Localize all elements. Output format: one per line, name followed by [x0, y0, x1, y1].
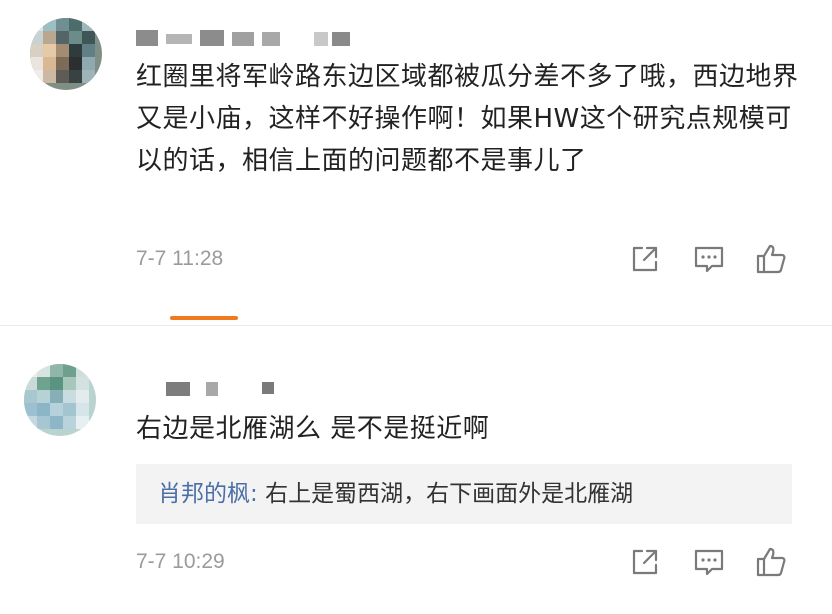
comment-text: 右边是北雁湖么 是不是挺近啊 [136, 414, 490, 444]
comment-item: 红圈里将军岭路东边区域都被瓜分差不多了哦，西边地界又是小庙，这样不好操作啊！如果… [0, 0, 832, 300]
comment-icon[interactable] [692, 242, 726, 276]
comment-timestamp: 7-7 11:28 [136, 247, 224, 270]
avatar[interactable] [30, 18, 102, 90]
share-icon[interactable] [628, 242, 662, 276]
like-icon[interactable] [754, 545, 788, 579]
avatar[interactable] [24, 364, 96, 436]
comment-actions [628, 242, 788, 276]
comment-icon[interactable] [692, 545, 726, 579]
reply-text: 右上是蜀西湖，右下画面外是北雁湖 [265, 481, 634, 507]
username-redacted[interactable] [166, 378, 286, 400]
comment-text: 红圈里将军岭路东边区域都被瓜分差不多了哦，西边地界又是小庙，这样不好操作啊！如果… [136, 62, 799, 176]
reply-box[interactable]: 肖邦的枫: 右上是蜀西湖，右下画面外是北雁湖 [136, 464, 792, 524]
active-tab-indicator [170, 316, 238, 320]
comment-actions [628, 545, 788, 579]
comment-timestamp: 7-7 10:29 [136, 550, 225, 573]
comment-item: 右边是北雁湖么 是不是挺近啊 肖邦的枫: 右上是蜀西湖，右下画面外是北雁湖 7-… [0, 326, 832, 614]
reply-colon: : [250, 481, 266, 507]
like-icon[interactable] [754, 242, 788, 276]
username-redacted[interactable] [136, 26, 366, 48]
share-icon[interactable] [628, 545, 662, 579]
reply-author[interactable]: 肖邦的枫 [158, 481, 250, 507]
